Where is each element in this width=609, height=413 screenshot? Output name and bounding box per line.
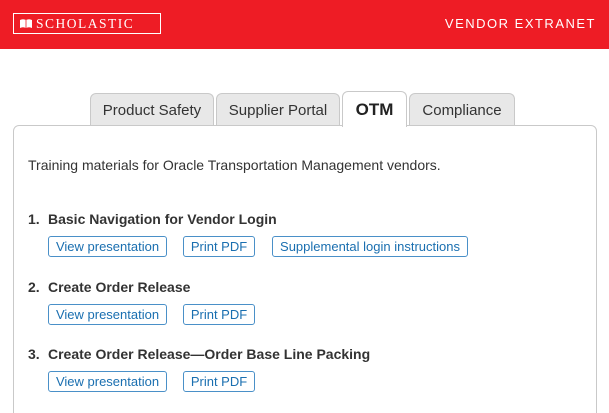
tab-content-panel: Training materials for Oracle Transporta…: [13, 125, 597, 413]
header-bar: SCHOLASTIC VENDOR EXTRANET: [0, 0, 609, 49]
view-presentation-button[interactable]: View presentation: [48, 304, 167, 325]
button-row: View presentation Print PDF Supplemental…: [48, 236, 484, 257]
item-number: 1.: [28, 211, 40, 227]
print-pdf-button[interactable]: Print PDF: [183, 236, 255, 257]
item-title-text: Create Order Release: [48, 279, 191, 295]
header-title: VENDOR EXTRANET: [444, 16, 596, 31]
view-presentation-button[interactable]: View presentation: [48, 236, 167, 257]
tab-supplier-portal[interactable]: Supplier Portal: [216, 93, 340, 127]
item-title: 1. Basic Navigation for Vendor Login: [28, 211, 484, 227]
intro-text: Training materials for Oracle Transporta…: [28, 157, 441, 173]
item-number: 3.: [28, 346, 40, 362]
list-item: 2. Create Order Release View presentation…: [28, 279, 272, 325]
item-title: 3. Create Order Release—Order Base Line P…: [28, 346, 370, 362]
item-number: 2.: [28, 279, 40, 295]
item-title: 2. Create Order Release: [28, 279, 272, 295]
scholastic-logo[interactable]: SCHOLASTIC: [13, 13, 161, 34]
supplemental-login-button[interactable]: Supplemental login instructions: [272, 236, 468, 257]
item-title-text: Basic Navigation for Vendor Login: [48, 211, 277, 227]
tab-compliance[interactable]: Compliance: [409, 93, 515, 127]
tab-otm[interactable]: OTM: [342, 91, 407, 127]
tab-bar: Product Safety Supplier Portal OTM Compl…: [90, 91, 517, 127]
list-item: 1. Basic Navigation for Vendor Login View…: [28, 211, 484, 257]
book-icon: [20, 19, 32, 28]
tab-product-safety[interactable]: Product Safety: [90, 93, 214, 127]
print-pdf-button[interactable]: Print PDF: [183, 371, 255, 392]
button-row: View presentation Print PDF: [48, 371, 370, 392]
list-item: 3. Create Order Release—Order Base Line P…: [28, 346, 370, 392]
button-row: View presentation Print PDF: [48, 304, 272, 325]
print-pdf-button[interactable]: Print PDF: [183, 304, 255, 325]
view-presentation-button[interactable]: View presentation: [48, 371, 167, 392]
item-title-text: Create Order Release—Order Base Line Pac…: [48, 346, 371, 362]
logo-text: SCHOLASTIC: [36, 15, 135, 31]
